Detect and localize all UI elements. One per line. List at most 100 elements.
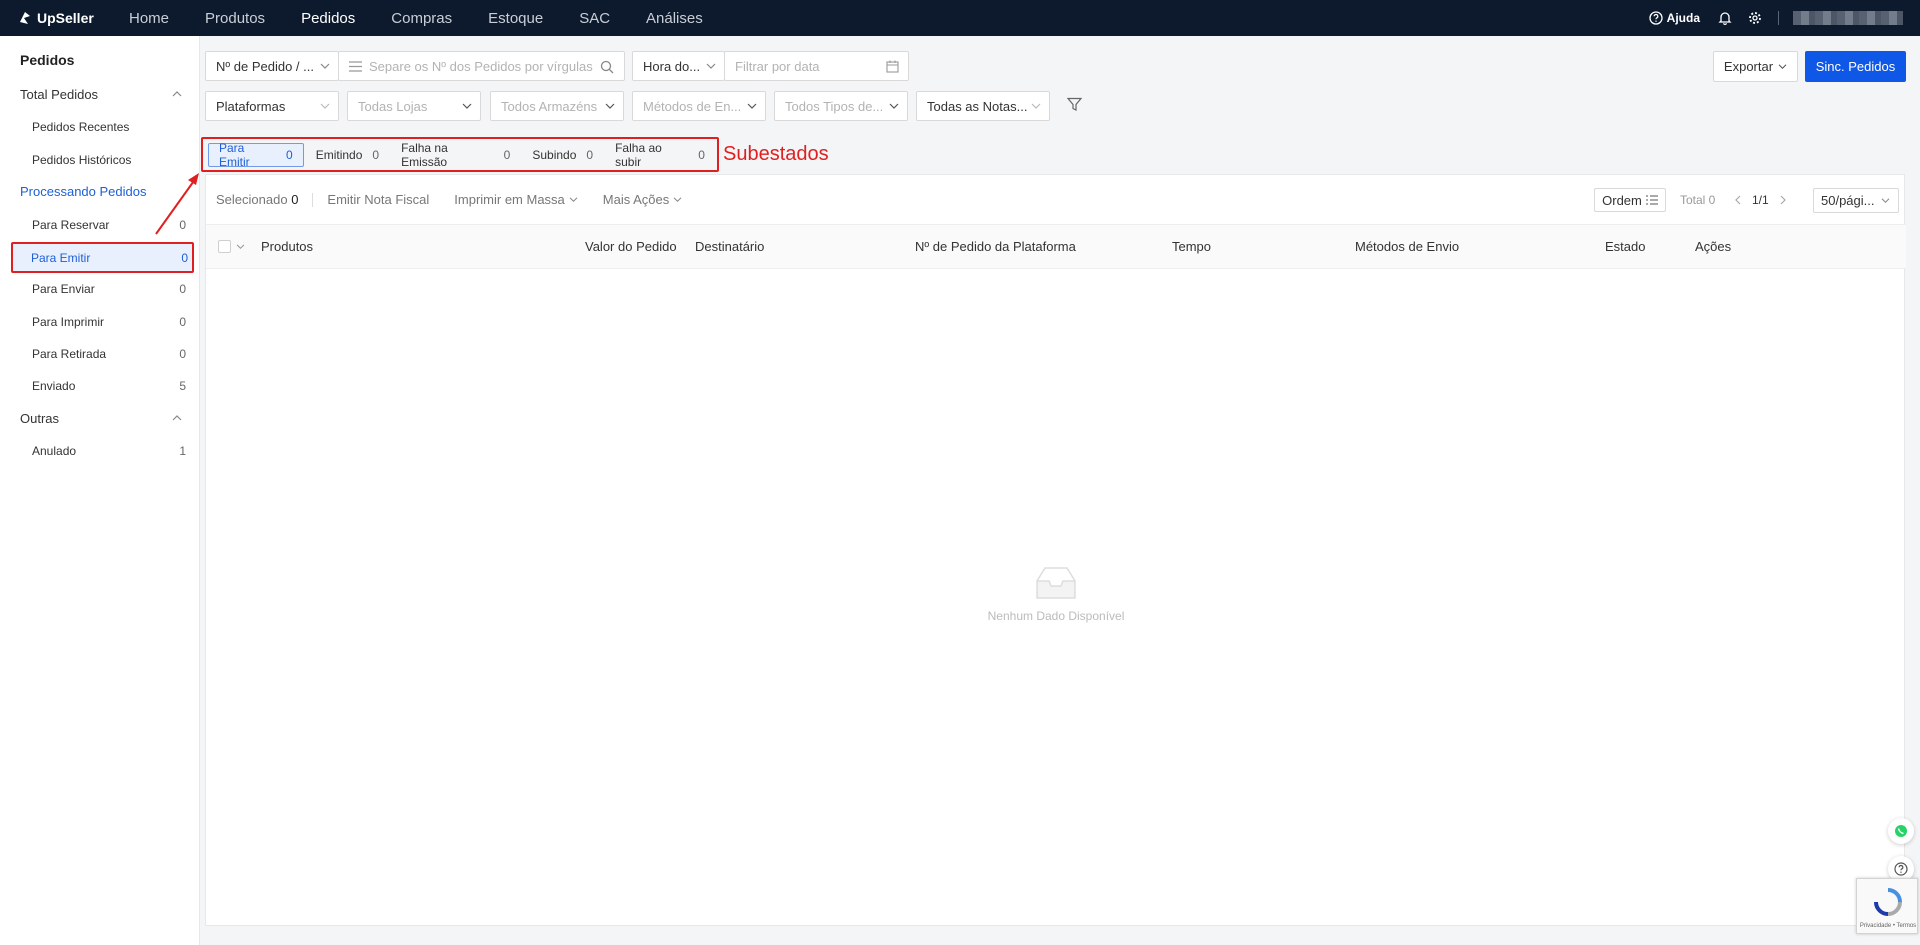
subtab-label: Emitindo xyxy=(315,147,363,162)
order-type-value: Nº de Pedido / ... xyxy=(216,58,314,74)
metodos-value: Métodos de En... xyxy=(643,98,742,114)
recaptcha-badge[interactable]: Privacidade • Termos xyxy=(1856,878,1918,934)
chevron-up-icon xyxy=(172,415,182,421)
metodos-envio-select[interactable]: Métodos de En... xyxy=(632,91,766,121)
subtab-falha-emissao[interactable]: Falha na Emissão 0 xyxy=(391,140,520,169)
nav-pedidos[interactable]: Pedidos xyxy=(301,10,355,27)
subtab-falha-subir[interactable]: Falha ao subir 0 xyxy=(605,140,715,169)
nav-home[interactable]: Home xyxy=(129,10,169,27)
sidebar-item-recentes[interactable]: Pedidos Recentes xyxy=(12,113,192,141)
sidebar-item-count: 0 xyxy=(181,250,188,265)
order-search-placeholder: Separe os Nº dos Pedidos por vírgulas xyxy=(369,58,593,74)
chevron-right-icon[interactable] xyxy=(1779,195,1787,205)
pagination: 1/1 xyxy=(1734,193,1787,207)
table-header: Produtos Valor do Pedido Destinatário Nº… xyxy=(206,225,1906,269)
sidebar-item-count: 0 xyxy=(179,347,186,361)
emitir-nota-label: Emitir Nota Fiscal xyxy=(327,192,430,207)
subtab-label: Falha ao subir xyxy=(615,140,662,169)
empty-inbox-icon xyxy=(1036,567,1076,599)
help-label: Ajuda xyxy=(1666,11,1700,25)
sidebar-item-count: 5 xyxy=(179,379,186,393)
notas-select[interactable]: Todas as Notas... xyxy=(916,91,1050,121)
sidebar-item-count: 0 xyxy=(179,282,186,296)
page-indicator: 1/1 xyxy=(1752,193,1769,207)
selected-number: 0 xyxy=(291,192,299,207)
substate-tabs: Para Emitir 0 Emitindo 0 Falha na Emissã… xyxy=(201,137,719,172)
filter-funnel-icon[interactable] xyxy=(1067,97,1082,112)
sidebar-group-processando-label: Processando Pedidos xyxy=(20,184,147,199)
subtab-label: Falha na Emissão xyxy=(401,140,448,169)
chevron-down-icon xyxy=(706,63,716,69)
order-type-select[interactable]: Nº de Pedido / ... xyxy=(205,51,339,81)
logo[interactable]: UpSeller xyxy=(17,10,129,26)
armazens-select[interactable]: Todos Armazéns xyxy=(490,91,624,121)
empty-text: Nenhum Dado Disponível xyxy=(987,609,1125,623)
time-type-select[interactable]: Hora do... xyxy=(632,51,725,81)
sidebar-item-label: Para Retirada xyxy=(32,347,107,361)
sidebar-group-outras[interactable]: Outras xyxy=(20,411,190,426)
help-link[interactable]: Ajuda xyxy=(1649,11,1700,25)
per-page-select[interactable]: 50/pági... xyxy=(1813,188,1899,213)
sidebar-item-label: Pedidos Recentes xyxy=(32,120,130,134)
sort-order-button[interactable]: Ordem xyxy=(1594,188,1666,212)
nav-produtos[interactable]: Produtos xyxy=(205,10,265,27)
sidebar-item-label: Para Reservar xyxy=(32,218,110,232)
chevron-down-icon xyxy=(1778,64,1787,69)
chevron-left-icon[interactable] xyxy=(1734,195,1742,205)
toolbar-divider xyxy=(312,192,314,207)
sidebar-item-label: Enviado xyxy=(32,379,76,393)
search-icon[interactable] xyxy=(600,60,614,74)
sidebar-item-para-retirada[interactable]: Para Retirada 0 xyxy=(12,340,192,368)
sidebar-title: Pedidos xyxy=(20,52,75,68)
sidebar-group-total[interactable]: Total Pedidos xyxy=(20,87,190,102)
order-search-input[interactable]: Separe os Nº dos Pedidos por vírgulas xyxy=(338,51,625,81)
sidebar-item-anulado[interactable]: Anulado 1 xyxy=(12,437,192,465)
subtab-emitindo[interactable]: Emitindo 0 xyxy=(306,143,389,167)
chevron-down-icon xyxy=(747,103,757,109)
sidebar-item-para-imprimir[interactable]: Para Imprimir 0 xyxy=(12,308,192,336)
mais-acoes-dropdown[interactable]: Mais Ações xyxy=(603,192,682,207)
chevron-down-icon xyxy=(462,103,472,109)
nav-analises[interactable]: Análises xyxy=(646,10,703,27)
subtab-count: 0 xyxy=(372,147,380,162)
list-icon xyxy=(349,61,362,72)
col-destinatario: Destinatário xyxy=(695,239,765,254)
nav-estoque[interactable]: Estoque xyxy=(488,10,543,27)
col-produtos: Produtos xyxy=(261,239,314,254)
chevron-down-icon[interactable] xyxy=(236,244,245,250)
user-account-blurred[interactable] xyxy=(1793,11,1903,25)
col-acoes: Ações xyxy=(1695,239,1732,254)
nav-sac[interactable]: SAC xyxy=(579,10,610,27)
chevron-down-icon xyxy=(605,103,615,109)
lojas-value: Todas Lojas xyxy=(358,98,428,114)
time-type-value: Hora do... xyxy=(643,58,701,74)
imprimir-massa-dropdown[interactable]: Imprimir em Massa xyxy=(454,192,578,207)
whatsapp-button[interactable] xyxy=(1888,818,1914,844)
lojas-select[interactable]: Todas Lojas xyxy=(347,91,481,121)
tipos-select[interactable]: Todos Tipos de... xyxy=(774,91,908,121)
annotation-arrow-icon xyxy=(155,173,199,235)
mais-acoes-label: Mais Ações xyxy=(602,192,670,207)
armazens-value: Todos Armazéns xyxy=(501,98,598,114)
tipos-value: Todos Tipos de... xyxy=(785,98,884,114)
sidebar-item-para-enviar[interactable]: Para Enviar 0 xyxy=(12,275,192,303)
export-button[interactable]: Exportar xyxy=(1713,51,1798,82)
sidebar-item-label: Para Imprimir xyxy=(32,315,105,329)
select-all-checkbox[interactable] xyxy=(218,240,231,253)
subtab-label: Subindo xyxy=(532,147,577,162)
plataformas-select[interactable]: Plataformas xyxy=(205,91,339,121)
chevron-down-icon xyxy=(1881,198,1890,203)
total-count: Total 0 xyxy=(1680,193,1716,207)
subtab-para-emitir[interactable]: Para Emitir 0 xyxy=(208,141,304,169)
col-metodos-envio: Métodos de Envio xyxy=(1355,239,1460,254)
nav-compras[interactable]: Compras xyxy=(391,10,452,27)
gear-icon[interactable] xyxy=(1748,11,1762,25)
emitir-nota-button[interactable]: Emitir Nota Fiscal xyxy=(327,192,429,207)
sidebar-item-enviado[interactable]: Enviado 5 xyxy=(12,372,192,400)
date-filter-input[interactable]: Filtrar por data xyxy=(724,51,909,81)
sidebar-item-para-emitir[interactable]: Para Emitir 0 xyxy=(11,242,194,273)
bell-icon[interactable] xyxy=(1718,11,1732,25)
sync-orders-button[interactable]: Sinc. Pedidos xyxy=(1805,51,1906,82)
orders-panel: Selecionado 0 Emitir Nota Fiscal Imprimi… xyxy=(205,174,1906,926)
subtab-subindo[interactable]: Subindo 0 xyxy=(522,143,603,167)
